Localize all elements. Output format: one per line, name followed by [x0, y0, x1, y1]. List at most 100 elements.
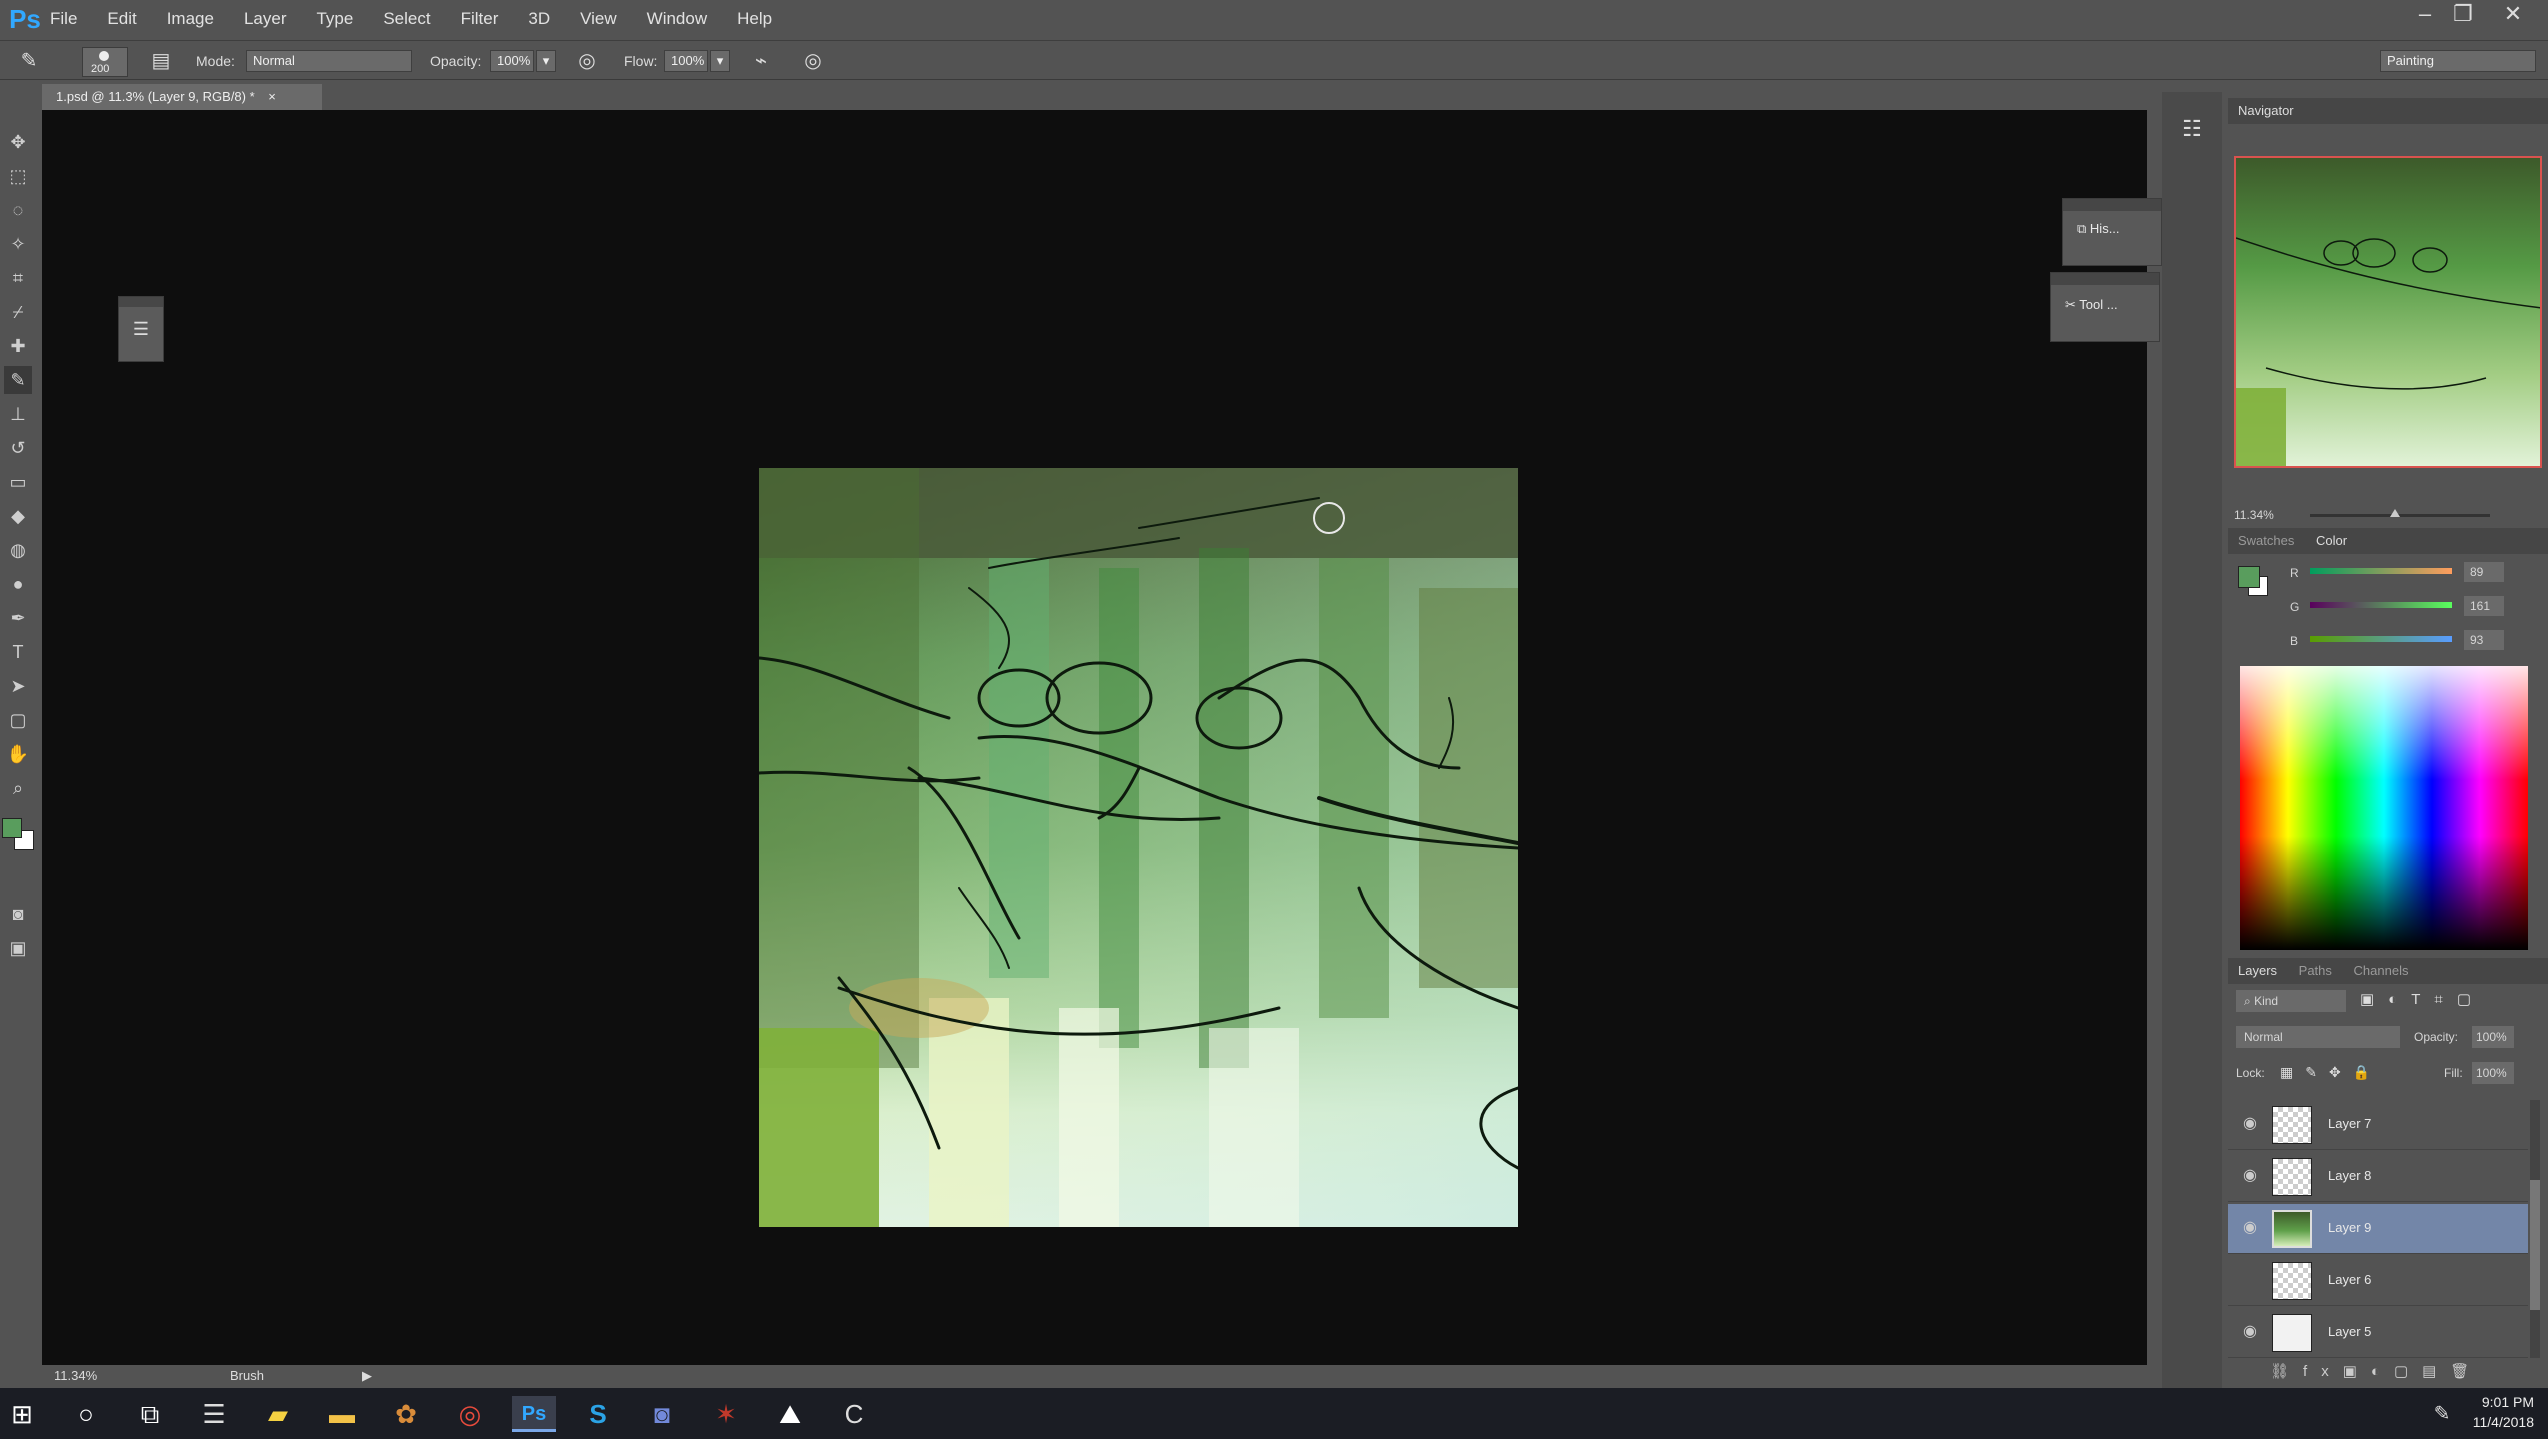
c-app-icon[interactable]: C: [832, 1396, 876, 1432]
document-tab[interactable]: 1.psd @ 11.3% (Layer 9, RGB/8) * ×: [42, 84, 322, 110]
document-canvas-area[interactable]: ☰: [42, 110, 2147, 1365]
blur-tool-icon[interactable]: ◍: [4, 536, 32, 564]
menu-file[interactable]: File: [50, 9, 77, 29]
visibility-eye-icon[interactable]: ◉: [2240, 1166, 2260, 1186]
cortana-icon[interactable]: ○: [64, 1396, 108, 1432]
g-slider[interactable]: [2310, 602, 2452, 608]
package-app-icon[interactable]: ✿: [384, 1396, 428, 1432]
layer-name[interactable]: Layer 9: [2328, 1220, 2371, 1235]
foreground-color-swatch[interactable]: [2, 818, 22, 838]
channels-tab[interactable]: Channels: [2354, 963, 2409, 978]
type-tool-icon[interactable]: T: [4, 638, 32, 666]
painting-canvas[interactable]: [759, 468, 1518, 1227]
minimize-button[interactable]: –: [2408, 0, 2442, 28]
taskbar-clock[interactable]: 9:01 PM 11/4/2018: [2470, 1394, 2534, 1430]
flow-dropdown-icon[interactable]: ▾: [710, 50, 730, 72]
quick-select-tool-icon[interactable]: ✧: [4, 230, 32, 258]
tool-presets-floating-panel[interactable]: ✂ Tool ...: [2050, 272, 2160, 342]
flow-field[interactable]: 100%: [664, 50, 708, 72]
eyedropper-tool-icon[interactable]: ⌿: [4, 298, 32, 326]
size-pressure-icon[interactable]: ◎: [798, 47, 828, 75]
visibility-eye-icon[interactable]: ◉: [2240, 1322, 2260, 1342]
layer-name[interactable]: Layer 5: [2328, 1324, 2371, 1339]
lock-icons[interactable]: ▦✎✥🔒: [2280, 1064, 2382, 1081]
screen-mode-icon[interactable]: ▣: [4, 934, 32, 962]
navigator-zoom-value[interactable]: 11.34%: [2234, 508, 2274, 522]
healing-brush-tool-icon[interactable]: ✚: [4, 332, 32, 360]
menu-layer[interactable]: Layer: [244, 9, 287, 29]
discord-icon[interactable]: ◙: [640, 1396, 684, 1432]
file-explorer-icon[interactable]: ▬: [320, 1396, 364, 1432]
layer-row[interactable]: ◉ Layer 6: [2228, 1256, 2528, 1306]
shape-tool-icon[interactable]: ▢: [4, 706, 32, 734]
visibility-eye-hidden-icon[interactable]: ◉: [2240, 1270, 2260, 1290]
paint-bucket-tool-icon[interactable]: ◆: [4, 502, 32, 530]
navigator-preview[interactable]: [2234, 156, 2542, 468]
app-tool-icon[interactable]: ☰: [192, 1396, 236, 1432]
navigator-zoom-slider[interactable]: [2310, 509, 2490, 517]
g-value-field[interactable]: 161: [2464, 596, 2504, 616]
b-value-field[interactable]: 93: [2464, 630, 2504, 650]
restore-button[interactable]: ❐: [2446, 0, 2480, 28]
visibility-eye-icon[interactable]: ◉: [2240, 1218, 2260, 1238]
menu-edit[interactable]: Edit: [107, 9, 136, 29]
properties-panel-icon[interactable]: ☷: [2177, 116, 2207, 146]
r-value-field[interactable]: 89: [2464, 562, 2504, 582]
layer-kind-filter[interactable]: ⌕ Kind: [2236, 990, 2346, 1012]
photoshop-taskbar-icon[interactable]: Ps: [512, 1396, 556, 1432]
layer-blend-mode-select[interactable]: Normal: [2236, 1026, 2400, 1048]
marquee-tool-icon[interactable]: ⬚: [4, 162, 32, 190]
crop-tool-icon[interactable]: ⌗: [4, 264, 32, 292]
opacity-field[interactable]: 100%: [490, 50, 534, 72]
lasso-tool-icon[interactable]: ◌: [4, 196, 32, 224]
layer-opacity-field[interactable]: 100%: [2472, 1026, 2514, 1048]
zoom-tool-icon[interactable]: ⌕: [4, 774, 32, 802]
layer-row[interactable]: ◉ Layer 5: [2228, 1308, 2528, 1358]
brush-tool-icon[interactable]: ✎: [4, 366, 32, 394]
history-floating-panel[interactable]: ⧉ His...: [2062, 198, 2162, 266]
quick-mask-icon[interactable]: ◙: [4, 900, 32, 928]
workspace-select[interactable]: Painting: [2380, 50, 2536, 72]
red-app-icon[interactable]: ✶: [704, 1396, 748, 1432]
layer-row-selected[interactable]: ◉ Layer 9: [2228, 1204, 2528, 1254]
brush-preset-icon[interactable]: ✎: [14, 47, 44, 75]
hand-tool-icon[interactable]: ✋: [4, 740, 32, 768]
windows-start-icon[interactable]: ⊞: [0, 1396, 44, 1432]
color-tab[interactable]: Color: [2316, 533, 2347, 548]
layer-row[interactable]: ◉ Layer 8: [2228, 1152, 2528, 1202]
menu-window[interactable]: Window: [647, 9, 707, 29]
pen-tray-icon[interactable]: ✎: [2420, 1396, 2464, 1432]
document-tab-close-icon[interactable]: ×: [268, 89, 276, 104]
b-slider[interactable]: [2310, 636, 2452, 642]
menu-3d[interactable]: 3D: [528, 9, 550, 29]
layer-filter-icons[interactable]: ▣◐T⌗▢: [2360, 990, 2485, 1008]
navigator-tab[interactable]: Navigator: [2238, 103, 2294, 118]
brush-size-picker[interactable]: 200: [82, 47, 128, 77]
mode-select[interactable]: Normal: [246, 50, 412, 72]
brush-panel-icon[interactable]: ▤: [146, 47, 176, 75]
stamp-tool-icon[interactable]: ⊥: [4, 400, 32, 428]
close-button[interactable]: ✕: [2496, 0, 2530, 28]
status-menu-icon[interactable]: ▶: [362, 1368, 372, 1384]
layer-actions-bar[interactable]: ⛓fx▣◐▢▤🗑: [2270, 1362, 2483, 1380]
menu-filter[interactable]: Filter: [461, 9, 499, 29]
eraser-tool-icon[interactable]: ▭: [4, 468, 32, 496]
menu-image[interactable]: Image: [167, 9, 214, 29]
layers-tab[interactable]: Layers: [2238, 963, 2277, 978]
history-brush-tool-icon[interactable]: ↺: [4, 434, 32, 462]
menu-type[interactable]: Type: [316, 9, 353, 29]
color-spectrum[interactable]: [2240, 666, 2528, 950]
menu-help[interactable]: Help: [737, 9, 772, 29]
visibility-eye-icon[interactable]: ◉: [2240, 1114, 2260, 1134]
opacity-pressure-icon[interactable]: ◎: [572, 47, 602, 75]
r-slider[interactable]: [2310, 568, 2452, 574]
chrome-icon[interactable]: ◎: [448, 1396, 492, 1432]
layer-name[interactable]: Layer 8: [2328, 1168, 2371, 1183]
pen-tool-icon[interactable]: ✒: [4, 604, 32, 632]
airbrush-icon[interactable]: ⌁: [746, 47, 776, 75]
collapsed-panel-icon[interactable]: ☰: [118, 296, 164, 362]
move-tool-icon[interactable]: ✥: [4, 128, 32, 156]
swatches-tab[interactable]: Swatches: [2238, 533, 2294, 548]
layer-name[interactable]: Layer 6: [2328, 1272, 2371, 1287]
opacity-dropdown-icon[interactable]: ▾: [536, 50, 556, 72]
